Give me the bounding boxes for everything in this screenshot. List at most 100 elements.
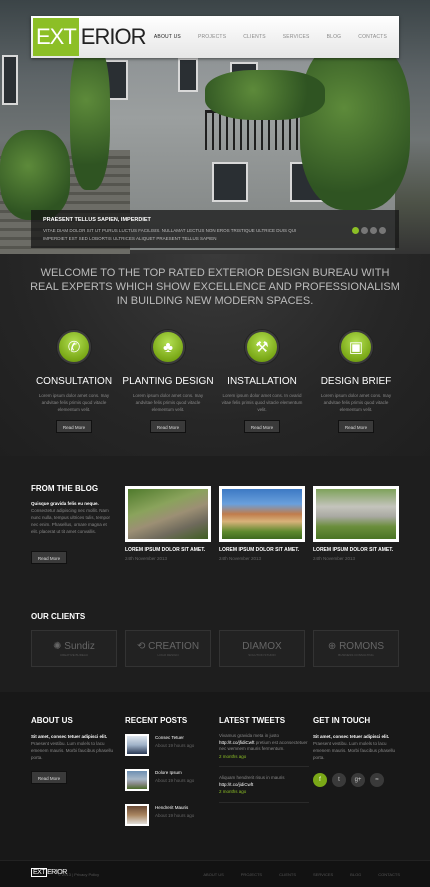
tools-icon: ⚒	[245, 330, 279, 364]
footer-nav-blog[interactable]: BLOG	[350, 872, 361, 877]
logo-box-text: EXT	[33, 18, 79, 56]
footer-nav-contacts[interactable]: CONTACTS	[378, 872, 400, 877]
footer-nav-projects[interactable]: PROJECTS	[241, 872, 262, 877]
feature-title: DESIGN BRIEF	[320, 376, 392, 387]
tree-icon: ♣	[151, 330, 185, 364]
site-logo[interactable]: EXT ERIOR	[33, 18, 146, 56]
footer-nav: ABOUT US PROJECTS CLIENTS SERVICES BLOG …	[203, 872, 400, 877]
blog-post-date: 24th November 2013	[125, 556, 168, 561]
read-more-button[interactable]: Read More	[56, 420, 92, 433]
recent-post-item[interactable]: Consec Tetuer About 19 hours ago	[125, 734, 215, 760]
get-in-touch-title: GET IN TOUCH	[313, 716, 371, 725]
blog-post-image[interactable]	[125, 486, 211, 542]
recent-post-thumbnail[interactable]	[125, 769, 149, 791]
slider-caption-text: VITAE DIAM DOLOR SIT UT PURUS LUCTUS FAC…	[43, 228, 297, 241]
client-tagline: SOLUTION STUDIO	[248, 652, 276, 657]
nav-item-about-us[interactable]: ABOUT US	[154, 34, 181, 40]
blog-post-title[interactable]: LOREM IPSUM DOLOR SIT AMET.	[125, 547, 211, 553]
blog-intro-text: Consectetur adipiscing nec mollit. Nam n…	[31, 508, 111, 534]
main-nav: ABOUT US PROJECTS CLIENTS SERVICES BLOG …	[137, 16, 387, 58]
client-logo-romons[interactable]: ⊕ ROMONS BUSINESS CONSULTING	[313, 630, 399, 667]
feature-consultation: ✆ CONSULTATION Lorem ipsum dolor amet co…	[28, 330, 120, 433]
client-logo-sundiz[interactable]: ✺ Sundiz CREATIVE BUREAU	[31, 630, 117, 667]
recent-post-title[interactable]: Consec Tetuer	[155, 734, 194, 742]
nav-item-contacts[interactable]: CONTACTS	[358, 34, 387, 40]
slider-caption: PRAESENT TELLUS SAPIEN, IMPERDIET VITAE …	[31, 210, 399, 248]
twitter-icon[interactable]: t	[332, 773, 346, 787]
nav-item-services[interactable]: SERVICES	[283, 34, 310, 40]
feature-text: Lorem ipsum dolor amet cons. In ovarid v…	[221, 393, 303, 412]
blog-post-title[interactable]: LOREM IPSUM DOLOR SIT AMET.	[313, 547, 399, 553]
tweet-link[interactable]: http://t.co/jfidiCwft	[219, 740, 255, 745]
rss-icon[interactable]: ≈	[370, 773, 384, 787]
hero-window	[2, 55, 18, 105]
read-more-button[interactable]: Read More	[244, 420, 280, 433]
social-links: f t g+ ≈	[313, 773, 403, 787]
footer-logo-box: EXT	[31, 868, 48, 877]
bottom-bar: EXT ERIOR © 2013 | Privacy Policy ABOUT U…	[0, 860, 430, 887]
slider-dot[interactable]	[379, 227, 386, 234]
footer-recent-posts: RECENT POSTS Consec Tetuer About 19 hours…	[125, 716, 215, 830]
hero-vine	[0, 130, 70, 220]
blog-post-title[interactable]: LOREM IPSUM DOLOR SIT AMET.	[219, 547, 305, 553]
footer: ABOUT US Sit amet, consec tetuer adipisc…	[0, 692, 430, 860]
picture-icon: ▣	[339, 330, 373, 364]
nav-item-clients[interactable]: CLIENTS	[243, 34, 266, 40]
tweet-time[interactable]: 2 months ago	[219, 754, 309, 761]
footer-read-more-button[interactable]: Read More	[31, 771, 67, 784]
hero-vine	[300, 40, 410, 210]
recent-post-item[interactable]: Dolore Ipsum About 19 hours ago	[125, 769, 215, 795]
client-name: Sundiz	[64, 640, 95, 652]
clients-section: OUR CLIENTS ✺ Sundiz CREATIVE BUREAU ⟲ C…	[0, 596, 430, 692]
tweet-time[interactable]: 2 months ago	[219, 789, 309, 796]
get-in-touch-bold: Sit amet, consec tetuer adipisci elit.	[313, 734, 390, 739]
recent-post-item[interactable]: Hendrerit Mauris About 19 hours ago	[125, 804, 215, 830]
globe-icon: ⊕	[327, 640, 337, 652]
clients-title: OUR CLIENTS	[31, 612, 86, 621]
blog-read-more-button[interactable]: Read More	[31, 551, 67, 564]
client-tagline: CREATIVE BUREAU	[59, 652, 89, 657]
blog-intro-bold: Quisque gravida felis eu neque.	[31, 501, 99, 506]
footer-about-title: ABOUT US	[31, 716, 73, 725]
google-plus-icon[interactable]: g+	[351, 773, 365, 787]
recent-post-thumbnail[interactable]	[125, 804, 149, 826]
footer-about: ABOUT US Sit amet, consec tetuer adipisc…	[31, 716, 121, 784]
slider-dot[interactable]	[361, 227, 368, 234]
hero-vine	[70, 40, 110, 190]
footer-nav-services[interactable]: SERVICES	[313, 872, 333, 877]
slider-dot[interactable]	[370, 227, 377, 234]
feature-design-brief: ▣ DESIGN BRIEF Lorem ipsum dolor amet co…	[310, 330, 402, 433]
nav-item-projects[interactable]: PROJECTS	[198, 34, 226, 40]
footer-nav-clients[interactable]: CLIENTS	[279, 872, 296, 877]
blog-post[interactable]: LOREM IPSUM DOLOR SIT AMET. 24th Novembe…	[125, 486, 211, 561]
tweet-link[interactable]: http://t.co/jidiCwft	[219, 782, 253, 787]
tweet-item: Aliquam hendrerit risus in mauris http:/…	[219, 775, 309, 803]
blog-post-image[interactable]	[219, 486, 305, 542]
blog-post[interactable]: LOREM IPSUM DOLOR SIT AMET. 24th Novembe…	[219, 486, 305, 561]
recent-post-title[interactable]: Dolore Ipsum	[155, 769, 194, 777]
footer-about-bold: Sit amet, consec tetuer adipisci elit.	[31, 734, 108, 739]
client-name: CREATION	[148, 640, 200, 652]
slider-dot[interactable]	[352, 227, 359, 234]
feature-installation: ⚒ INSTALLATION Lorem ipsum dolor amet co…	[216, 330, 308, 433]
blog-post-image[interactable]	[313, 486, 399, 542]
client-name: DIAMOX	[242, 640, 282, 652]
blog-post[interactable]: LOREM IPSUM DOLOR SIT AMET. 24th Novembe…	[313, 486, 399, 561]
tweet-text: Aliquam hendrerit risus in mauris	[219, 775, 285, 780]
read-more-button[interactable]: Read More	[338, 420, 374, 433]
hero-window	[178, 58, 198, 92]
blog-title: FROM THE BLOG	[31, 484, 99, 493]
recent-posts-title: RECENT POSTS	[125, 716, 188, 725]
recent-post-title[interactable]: Hendrerit Mauris	[155, 804, 194, 812]
client-logo-diamox[interactable]: DIAMOX SOLUTION STUDIO	[219, 630, 305, 667]
recent-post-thumbnail[interactable]	[125, 734, 149, 756]
nav-item-blog[interactable]: BLOG	[327, 34, 342, 40]
copyright[interactable]: © 2013 | Privacy Policy	[58, 872, 99, 877]
facebook-icon[interactable]: f	[313, 773, 327, 787]
tweet-item: Vivamus gravida meta in justo http://t.c…	[219, 733, 309, 767]
recent-post-meta: About 19 hours ago	[155, 813, 195, 818]
read-more-button[interactable]: Read More	[150, 420, 186, 433]
client-logo-creation[interactable]: ⟲ CREATION LOGO DESIGN	[125, 630, 211, 667]
blog-section: FROM THE BLOG Quisque gravida felis eu n…	[0, 456, 430, 596]
footer-nav-about-us[interactable]: ABOUT US	[203, 872, 223, 877]
